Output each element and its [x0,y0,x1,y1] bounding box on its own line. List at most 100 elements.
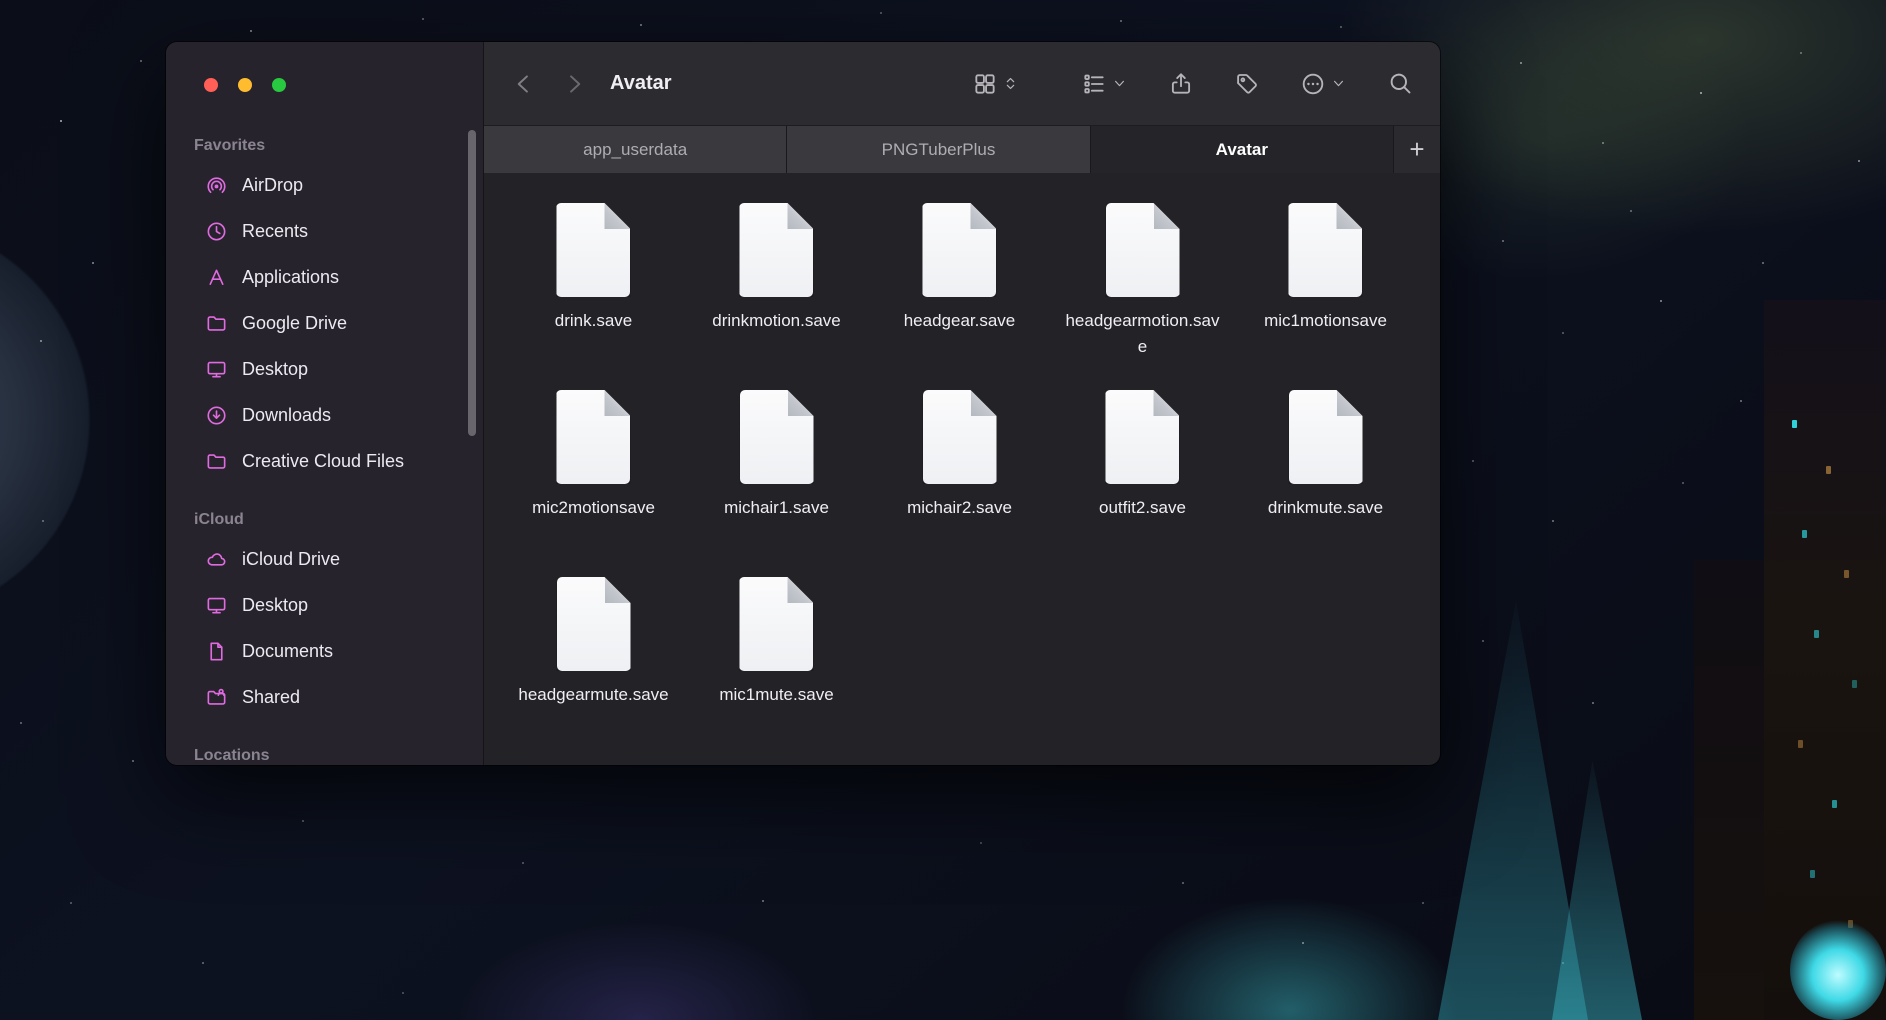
more-options-button[interactable] [1300,71,1347,97]
file-name: headgearmotion.save [1065,311,1220,357]
sidebar-scrollbar[interactable] [468,130,476,436]
zoom-button[interactable] [272,78,286,92]
finder-window: Favorites AirDrop Recents Applications Googl… [166,42,1440,765]
file-name: michair1.save [724,498,829,517]
file-name: drinkmotion.save [712,311,841,330]
icloud-icon [204,547,228,571]
file-outfit2-save[interactable]: outfit2.save [1099,388,1186,521]
sidebar-item-creative-cloud-files[interactable]: Creative Cloud Files [176,438,473,484]
file-michair1-save[interactable]: michair1.save [724,388,829,521]
file-mic1mute-save[interactable]: mic1mute.save [719,575,834,708]
desktop-icon [204,357,228,381]
document-file-icon [1106,203,1180,297]
sidebar-section-title: iCloud [194,511,244,528]
file-name: michair2.save [907,498,1012,517]
chevron-down-icon [1111,75,1128,92]
sidebar-item-documents[interactable]: Documents [176,628,473,674]
page-fold [787,203,813,229]
page-fold [788,390,814,416]
file-name: mic1motionsave [1264,311,1387,330]
airdrop-icon [204,173,228,197]
icon-view-button[interactable] [972,71,1019,97]
forward-button[interactable] [560,70,588,98]
tab-avatar[interactable]: Avatar [1090,126,1394,173]
sidebar-item-label: Google Drive [242,312,348,333]
group-by-button[interactable] [1081,71,1128,97]
sidebar-item-label: Desktop [242,358,309,379]
file-headgearmotion-save[interactable]: headgearmotion.save [1063,201,1223,361]
file-drinkmotion-save[interactable]: drinkmotion.save [712,201,841,334]
applications-icon [204,265,228,289]
tags-button[interactable] [1234,71,1260,97]
file-mic1motionsave[interactable]: mic1motionsave [1264,201,1387,334]
sidebar-item-label: Creative Cloud Files [242,450,405,471]
sidebar-item-label: Recents [242,220,309,241]
minimize-button[interactable] [238,78,252,92]
sidebar-item-label: Applications [242,266,340,287]
sidebar-item-label: Desktop [242,594,309,615]
new-tab-button[interactable]: + [1393,126,1440,173]
document-file-icon [556,203,630,297]
chevron-down-icon [1330,75,1347,92]
page-fold [971,390,997,416]
sidebar-item-label: iCloud Drive [242,548,341,569]
share-icon [1168,71,1194,97]
file-michair2-save[interactable]: michair2.save [907,388,1012,521]
sidebar-section-title: Favorites [194,137,266,154]
sidebar-item-icloud-drive[interactable]: iCloud Drive [176,536,473,582]
back-icon [510,70,538,98]
view-stepper-icon [1002,75,1019,92]
folder-icon [204,311,228,335]
file-drink-save[interactable]: drink.save [555,201,632,334]
back-button[interactable] [510,70,538,98]
sidebar-section-title: Locations [194,747,270,764]
close-button[interactable] [204,78,218,92]
sidebar-item-label: Documents [242,640,334,661]
share-button[interactable] [1168,71,1194,97]
document-file-icon [1105,390,1179,484]
wallpaper-tower [1764,300,1886,1020]
sidebar-item-desktop[interactable]: Desktop [176,346,473,392]
search-icon [1387,70,1414,97]
document-file-icon [1288,203,1362,297]
file-headgear-save[interactable]: headgear.save [904,201,1015,334]
page-fold [604,390,630,416]
wallpaper-stars [0,0,2,2]
wallpaper-portal-glow [1790,920,1886,1020]
sidebar-item-downloads[interactable]: Downloads [176,392,473,438]
sidebar-item-google-drive[interactable]: Google Drive [176,300,473,346]
page-fold [1336,203,1362,229]
file-headgearmute-save[interactable]: headgearmute.save [518,575,669,708]
wallpaper-tower [1694,560,1768,1020]
toolbar: Avatar [484,42,1440,126]
sidebar-sections: Favorites AirDrop Recents Applications Googl… [166,134,483,765]
file-name: mic1mute.save [719,685,834,704]
tab-label: Avatar [1215,139,1268,159]
sidebar-item-applications[interactable]: Applications [176,254,473,300]
sidebar-item-recents[interactable]: Recents [176,208,473,254]
toolbar-actions [972,70,1414,97]
window-title: Avatar [610,72,672,94]
sidebar: Favorites AirDrop Recents Applications Googl… [166,42,484,765]
tab-app-userdata[interactable]: app_userdata [484,126,788,173]
file-name: mic2motionsave [532,498,655,517]
desktop-icon [204,593,228,617]
page-fold [1154,203,1180,229]
file-drinkmute-save[interactable]: drinkmute.save [1268,388,1383,521]
document-file-icon [1289,390,1363,484]
main-pane: Avatar app_userdata PNGTuberPlus Avatar … [484,42,1440,765]
document-file-icon [922,203,996,297]
file-name: outfit2.save [1099,498,1186,517]
document-file-icon [923,390,997,484]
document-file-icon [739,203,813,297]
sidebar-item-desktop[interactable]: Desktop [176,582,473,628]
tab-label: app_userdata [583,139,688,159]
sidebar-item-airdrop[interactable]: AirDrop [176,162,473,208]
file-name: drink.save [554,311,633,330]
document-icon [204,639,228,663]
sidebar-item-shared[interactable]: Shared [176,674,473,720]
document-file-icon [740,390,814,484]
tab-pngtuberplus[interactable]: PNGTuberPlus [787,126,1091,173]
search-button[interactable] [1387,70,1414,97]
file-mic2motionsave[interactable]: mic2motionsave [532,388,655,521]
